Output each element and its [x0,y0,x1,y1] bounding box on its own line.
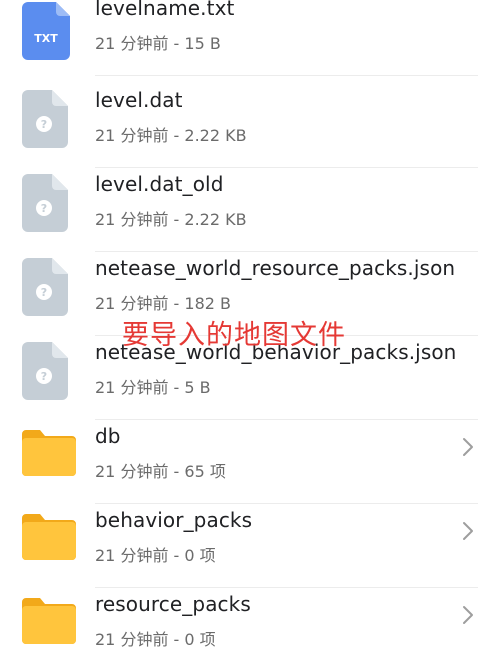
file-meta: 21 分钟前 - 2.22 KB [95,126,247,145]
svg-text:?: ? [41,118,47,131]
unknown-file-icon: ? [22,258,74,316]
file-name: level.dat_old [95,172,224,196]
folder-icon [22,512,76,568]
folder-row-behavior-packs[interactable]: behavior_packs 21 分钟前 - 0 项 [0,504,500,588]
file-meta: 21 分钟前 - 15 B [95,34,221,53]
annotation-label: 要导入的地图文件 [122,320,346,351]
folder-icon [22,428,76,484]
file-name: levelname.txt [95,0,235,20]
folder-name: resource_packs [95,592,251,616]
file-row-level-dat-old[interactable]: ? level.dat_old 21 分钟前 - 2.22 KB [0,168,500,252]
unknown-file-icon: ? [22,342,74,400]
file-meta: 21 分钟前 - 182 B [95,294,231,313]
file-name: level.dat [95,88,183,112]
txt-file-icon: TXT [22,2,74,60]
file-name: netease_world_resource_packs.json [95,256,456,280]
folder-name: behavior_packs [95,508,253,532]
folder-row-db[interactable]: db 21 分钟前 - 65 项 [0,420,500,504]
chevron-right-icon [460,436,476,458]
folder-meta: 21 分钟前 - 0 项 [95,630,216,649]
file-row-levelname-txt[interactable]: TXT levelname.txt 21 分钟前 - 15 B [0,0,500,76]
folder-meta: 21 分钟前 - 0 项 [95,546,216,565]
folder-meta: 21 分钟前 - 65 项 [95,462,226,481]
file-meta: 21 分钟前 - 5 B [95,378,211,397]
folder-icon [22,596,76,652]
svg-text:?: ? [41,370,47,383]
svg-text:?: ? [41,202,47,215]
file-row-level-dat[interactable]: ? level.dat 21 分钟前 - 2.22 KB [0,84,500,168]
folder-name: db [95,424,121,448]
chevron-right-icon [460,604,476,626]
unknown-file-icon: ? [22,90,74,148]
svg-text:?: ? [41,286,47,299]
file-meta: 21 分钟前 - 2.22 KB [95,210,247,229]
row-divider [95,75,478,76]
unknown-file-icon: ? [22,174,74,232]
folder-row-resource-packs[interactable]: resource_packs 21 分钟前 - 0 项 [0,588,500,672]
chevron-right-icon [460,520,476,542]
svg-text:TXT: TXT [34,32,58,45]
